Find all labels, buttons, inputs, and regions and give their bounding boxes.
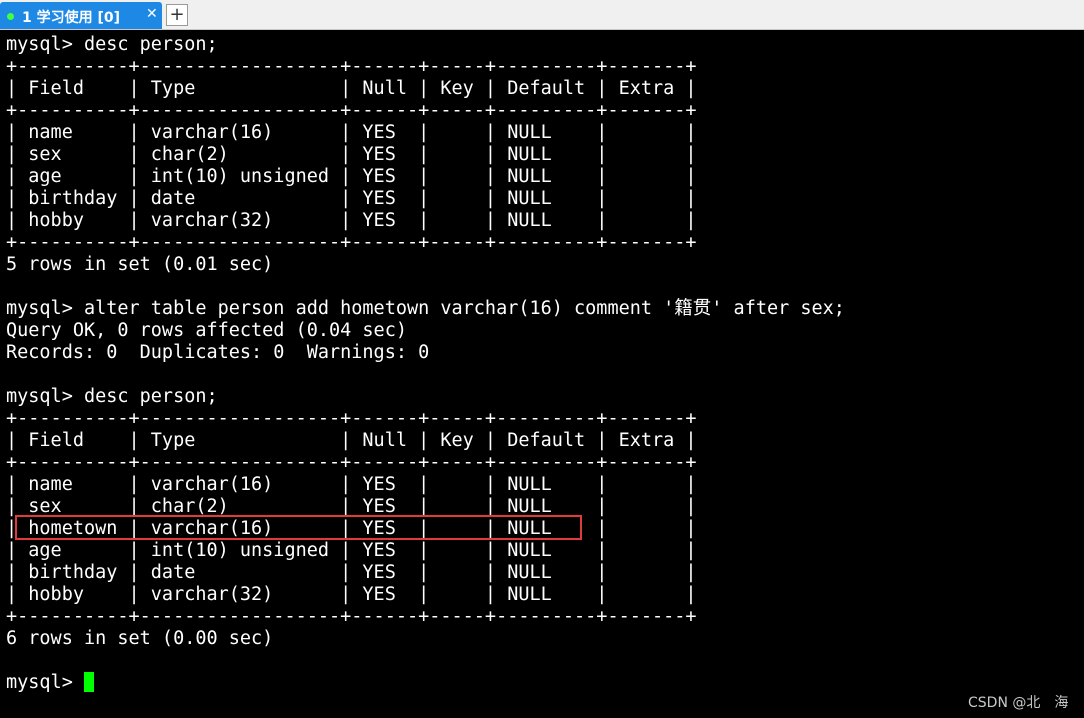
terminal-line: | name | varchar(16) | YES | | NULL | | bbox=[6, 122, 697, 143]
terminal-line: | name | varchar(16) | YES | | NULL | | bbox=[6, 474, 697, 495]
terminal-line: | birthday | date | YES | | NULL | | bbox=[6, 188, 697, 209]
highlight-annotation-box bbox=[15, 515, 582, 540]
terminal-line: +----------+------------------+------+--… bbox=[6, 232, 697, 253]
terminal-line: 5 rows in set (0.01 sec) bbox=[6, 254, 274, 275]
terminal-line: | hobby | varchar(32) | YES | | NULL | | bbox=[6, 584, 697, 605]
new-tab-button[interactable]: + bbox=[166, 4, 188, 26]
tab-session[interactable]: 1 学习使用 [0] ✕ bbox=[0, 2, 162, 29]
terminal-line: | age | int(10) unsigned | YES | | NULL … bbox=[6, 166, 697, 187]
terminal-line: +----------+------------------+------+--… bbox=[6, 408, 697, 429]
terminal-line: mysql> desc person; bbox=[6, 34, 218, 55]
terminal-line: +----------+------------------+------+--… bbox=[6, 452, 697, 473]
terminal-line: +----------+------------------+------+--… bbox=[6, 606, 697, 627]
terminal-line: +----------+------------------+------+--… bbox=[6, 56, 697, 77]
terminal-line: | hobby | varchar(32) | YES | | NULL | | bbox=[6, 210, 697, 231]
tab-bar: 1 学习使用 [0] ✕ + bbox=[0, 0, 1084, 30]
terminal-line: | Field | Type | Null | Key | Default | … bbox=[6, 78, 697, 99]
prompt-text: mysql> bbox=[6, 672, 84, 693]
terminal-line: | age | int(10) unsigned | YES | | NULL … bbox=[6, 540, 697, 561]
terminal-output[interactable]: mysql> desc person; +----------+--------… bbox=[6, 34, 1076, 714]
terminal-line: | sex | char(2) | YES | | NULL | | bbox=[6, 144, 697, 165]
text-cursor bbox=[83, 672, 94, 692]
terminal-line: mysql> alter table person add hometown v… bbox=[6, 298, 845, 319]
terminal-line: mysql> desc person; bbox=[6, 386, 218, 407]
terminal-line: +----------+------------------+------+--… bbox=[6, 100, 697, 121]
connection-status-icon bbox=[7, 13, 14, 20]
close-icon[interactable]: ✕ bbox=[146, 6, 158, 22]
terminal-line: | birthday | date | YES | | NULL | | bbox=[6, 562, 697, 583]
terminal-line: 6 rows in set (0.00 sec) bbox=[6, 628, 274, 649]
watermark: CSDN @北 海 bbox=[968, 695, 1069, 711]
terminal-line: Records: 0 Duplicates: 0 Warnings: 0 bbox=[6, 342, 430, 363]
prompt-line[interactable]: mysql> bbox=[6, 672, 1076, 694]
tab-label: 1 学习使用 [0] bbox=[22, 10, 121, 26]
terminal-line: Query OK, 0 rows affected (0.04 sec) bbox=[6, 320, 407, 341]
terminal-line: | Field | Type | Null | Key | Default | … bbox=[6, 430, 697, 451]
